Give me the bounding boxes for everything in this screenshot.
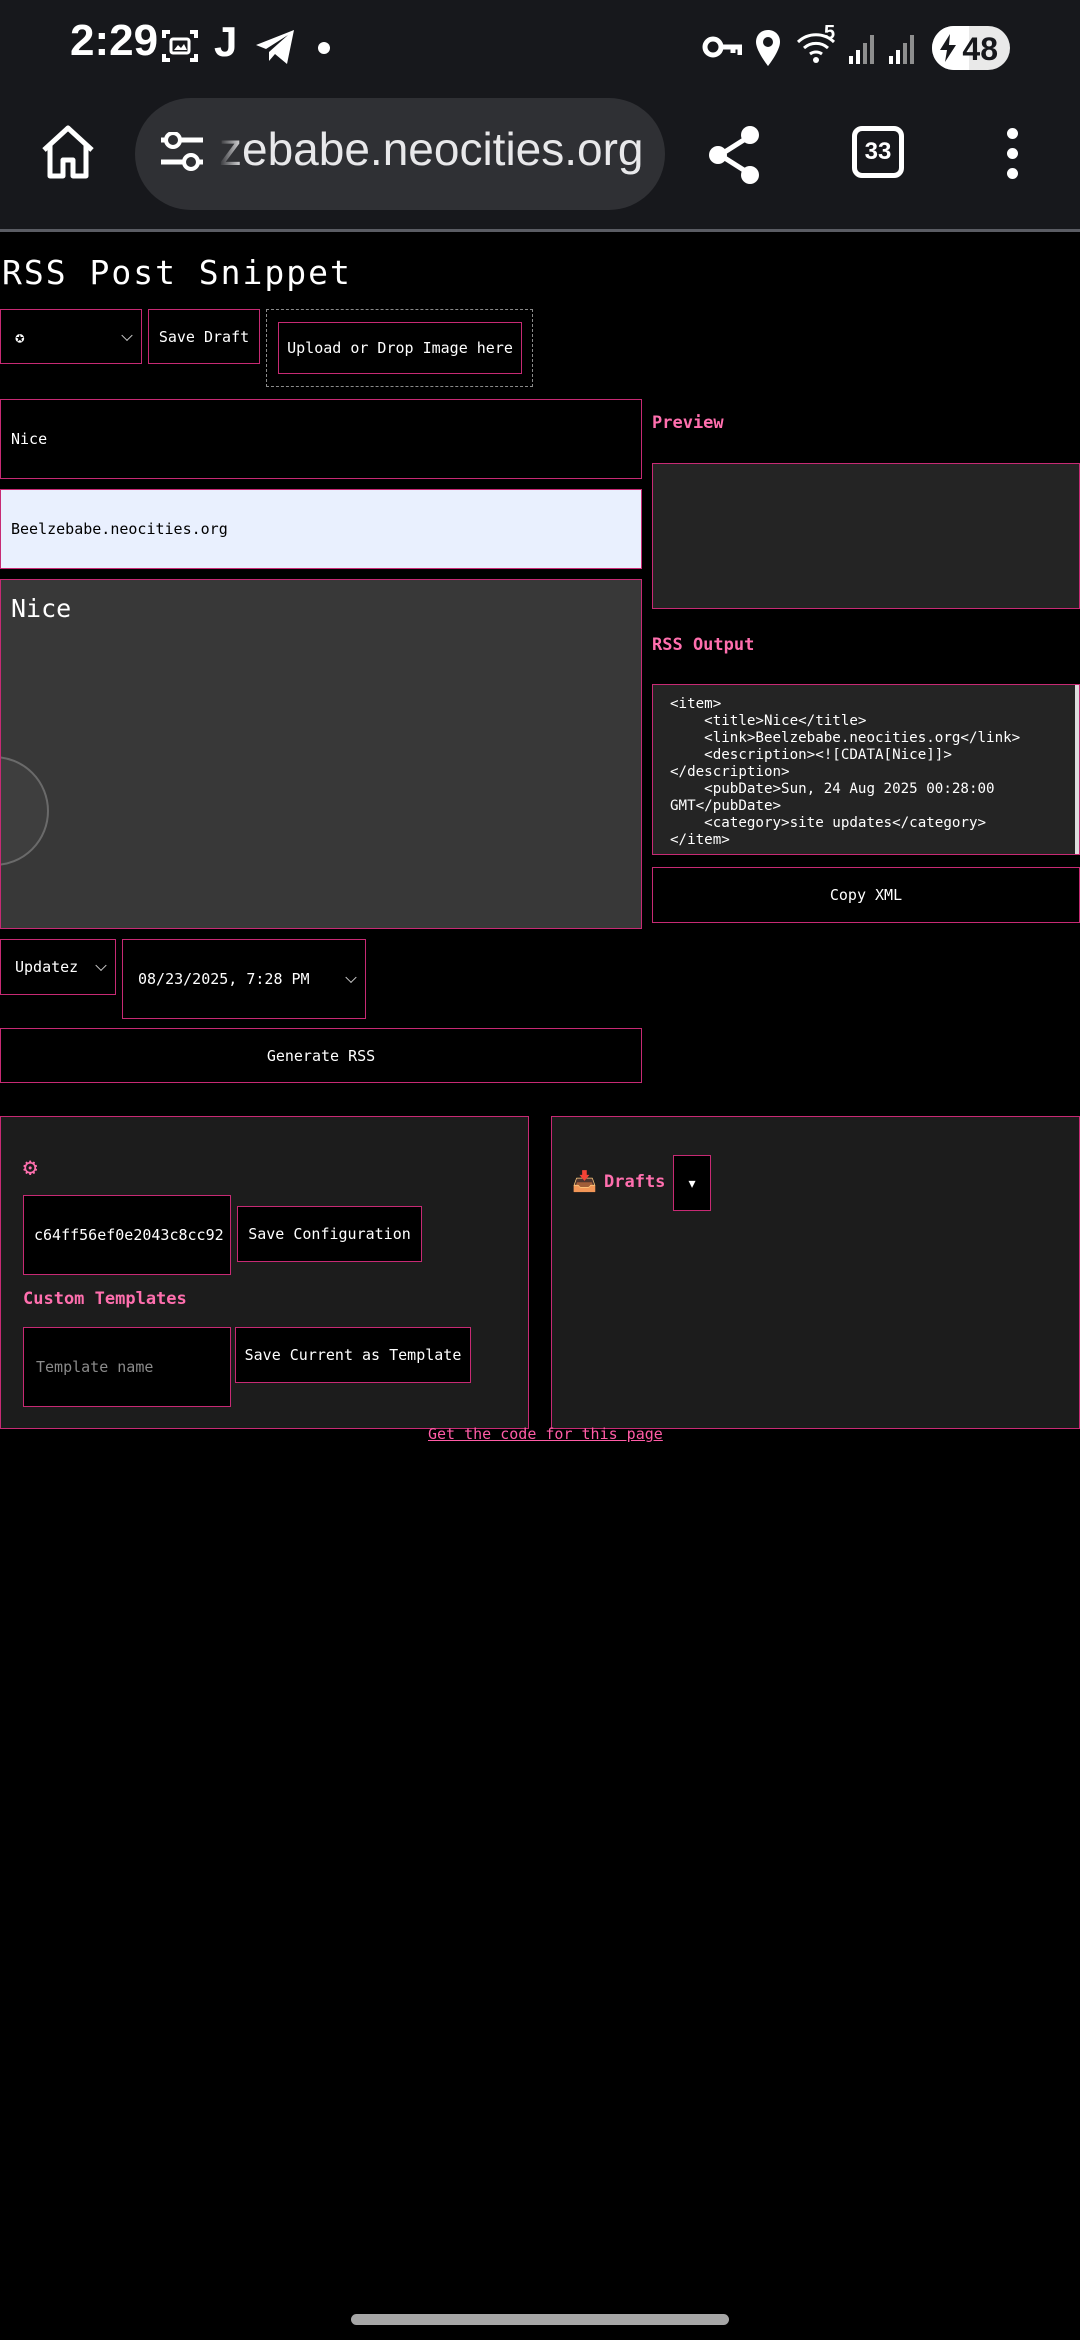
title-input-value: Nice: [11, 430, 48, 448]
date-value: 08/23/2025, 7:28 PM: [138, 970, 310, 988]
signal-icon-2: [889, 35, 914, 64]
scrollbar[interactable]: [1075, 685, 1079, 854]
rss-output-heading: RSS Output: [652, 635, 755, 655]
chevron-down-icon: ▾: [686, 1172, 698, 1194]
config-panel: ⚙ c64ff56ef0e2043c8cc92 Save Configurati…: [0, 1116, 529, 1429]
image-dropzone[interactable]: Upload or Drop Image here: [266, 309, 533, 387]
page: RSS Post Snippet ✪ Save Draft Upload or …: [0, 235, 1080, 2320]
chevron-down-icon: [121, 329, 133, 341]
drafts-toggle-button[interactable]: ▾: [673, 1155, 711, 1211]
overflow-menu-icon[interactable]: [1000, 126, 1024, 182]
custom-templates-heading: Custom Templates: [23, 1289, 187, 1309]
address-bar[interactable]: zebabe.neocities.org: [135, 98, 665, 210]
charging-icon: [940, 34, 956, 62]
save-draft-button[interactable]: Save Draft: [148, 309, 260, 364]
browser-toolbar: zebabe.neocities.org 33: [0, 90, 1080, 232]
generate-rss-button[interactable]: Generate RSS: [0, 1028, 642, 1083]
link-input[interactable]: Beelzebabe.neocities.org: [0, 489, 642, 569]
description-value: Nice: [11, 594, 72, 623]
url-fade: [219, 98, 243, 210]
inbox-icon: 📥: [572, 1169, 597, 1193]
signal-icon: [849, 35, 874, 64]
telegram-icon: [256, 30, 294, 64]
copy-xml-button[interactable]: Copy XML: [652, 867, 1080, 923]
link-input-value: Beelzebabe.neocities.org: [11, 520, 228, 538]
status-bar: 2:29 J 5 48: [0, 0, 1080, 90]
save-configuration-button[interactable]: Save Configuration: [237, 1206, 422, 1262]
api-key-input[interactable]: c64ff56ef0e2043c8cc92: [23, 1195, 231, 1275]
notification-j-icon: J: [214, 18, 238, 65]
upload-image-button[interactable]: Upload or Drop Image here: [278, 322, 522, 374]
rss-output-text: <item> <title>Nice</title> <link>Beelzeb…: [670, 696, 1021, 848]
get-code-link[interactable]: Get the code for this page: [428, 1425, 663, 1443]
drag-handle[interactable]: [1, 756, 49, 866]
drafts-label: Drafts: [604, 1172, 666, 1192]
home-icon[interactable]: [38, 122, 98, 182]
chevron-down-icon: [345, 971, 357, 984]
status-time: 2:29: [70, 16, 159, 65]
battery-indicator: 48: [932, 26, 1010, 70]
save-template-button[interactable]: Save Current as Template: [235, 1327, 471, 1383]
title-input[interactable]: Nice: [0, 399, 642, 479]
battery-percent: 48: [962, 31, 998, 67]
location-icon: [756, 30, 780, 66]
chevron-down-icon: [95, 959, 107, 972]
gear-icon: ⚙: [23, 1153, 38, 1181]
rss-output-box[interactable]: <item> <title>Nice</title> <link>Beelzeb…: [652, 684, 1080, 855]
site-settings-icon[interactable]: [159, 132, 205, 172]
api-key-value: c64ff56ef0e2043c8cc92: [34, 1226, 224, 1244]
drafts-panel: 📥 Drafts ▾: [551, 1116, 1080, 1429]
share-icon[interactable]: [706, 124, 764, 186]
vpn-key-icon: [702, 36, 742, 58]
description-textarea[interactable]: Nice: [0, 579, 642, 929]
preview-box: [652, 463, 1080, 609]
category-select[interactable]: Updatez: [0, 939, 116, 995]
template-name-input[interactable]: Template name: [23, 1327, 231, 1407]
tab-switcher-button[interactable]: 33: [852, 126, 904, 178]
emoji-select[interactable]: ✪: [0, 309, 142, 364]
screenshot-icon: [162, 30, 198, 62]
url-text: zebabe.neocities.org: [219, 123, 644, 175]
category-select-value: Updatez: [15, 958, 79, 976]
preview-heading: Preview: [652, 413, 724, 433]
page-title: RSS Post Snippet: [2, 253, 352, 292]
date-picker[interactable]: 08/23/2025, 7:28 PM: [122, 939, 366, 1019]
wifi-badge: 5: [824, 22, 836, 44]
template-name-placeholder: Template name: [36, 1358, 154, 1376]
notification-dot-icon: [318, 42, 330, 54]
gesture-bar[interactable]: [351, 2314, 729, 2325]
emoji-select-value: ✪: [15, 327, 25, 346]
